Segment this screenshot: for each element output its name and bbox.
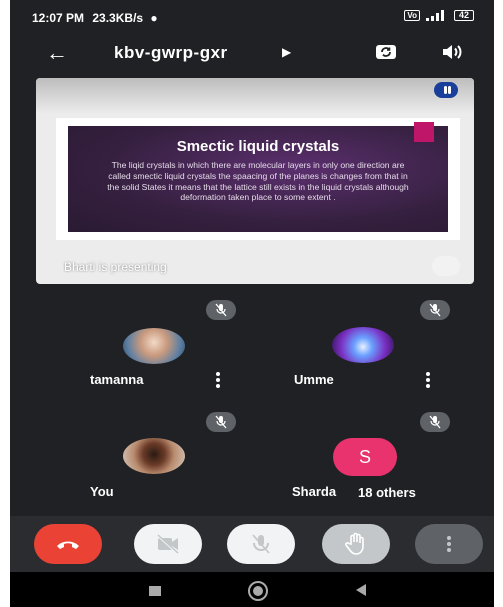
tile-shadow bbox=[36, 78, 474, 114]
others-count[interactable]: 18 others bbox=[358, 485, 416, 500]
meet-screen: 12:07 PM 23.3KB/s ● Vo 42 ← kbv-gwrp-gxr… bbox=[10, 0, 494, 607]
slide-frame: Smectic liquid crystals The liqid crysta… bbox=[56, 118, 460, 240]
avatar-sharda: S bbox=[333, 438, 397, 476]
home-icon[interactable] bbox=[248, 581, 268, 601]
mic-off-icon bbox=[206, 300, 236, 320]
speaker-icon[interactable] bbox=[440, 40, 464, 64]
status-right: Vo 42 bbox=[404, 10, 474, 21]
mic-off-icon bbox=[420, 412, 450, 432]
arrow-left-icon[interactable]: ← bbox=[46, 40, 68, 66]
end-call-button[interactable] bbox=[34, 524, 102, 564]
participant-name-you: You bbox=[90, 484, 114, 499]
avatar-you bbox=[123, 438, 185, 474]
battery-icon: 42 bbox=[453, 10, 474, 21]
avatar-umme bbox=[332, 327, 394, 363]
top-bar: ← kbv-gwrp-gxr ▶ bbox=[10, 34, 494, 74]
phone-hangup-icon bbox=[57, 541, 79, 549]
presentation-tile[interactable]: Smectic liquid crystals The liqid crysta… bbox=[36, 78, 474, 284]
recents-icon[interactable] bbox=[149, 586, 161, 596]
more-vertical-icon[interactable] bbox=[215, 372, 221, 388]
slide: Smectic liquid crystals The liqid crysta… bbox=[68, 122, 448, 232]
status-bar: 12:07 PM 23.3KB/s ● Vo 42 bbox=[10, 0, 494, 30]
notification-icon: ● bbox=[150, 11, 158, 25]
participant-name-umme: Umme bbox=[294, 372, 334, 387]
camera-toggle-button[interactable] bbox=[134, 524, 202, 564]
audio-level-icon bbox=[434, 82, 458, 98]
more-vertical-icon bbox=[447, 536, 451, 552]
back-icon[interactable] bbox=[356, 584, 366, 596]
slide-title: Smectic liquid crystals bbox=[176, 138, 340, 155]
call-controls bbox=[10, 516, 494, 572]
mic-toggle-button[interactable] bbox=[227, 524, 295, 564]
more-options-button[interactable] bbox=[415, 524, 483, 564]
pin-icon[interactable] bbox=[432, 256, 460, 276]
mic-off-icon bbox=[420, 300, 450, 320]
meeting-code[interactable]: kbv-gwrp-gxr bbox=[114, 43, 228, 63]
camera-off-icon bbox=[156, 534, 179, 554]
raise-hand-button[interactable] bbox=[322, 524, 390, 564]
participant-name-tamanna: tamanna bbox=[90, 372, 144, 387]
presenting-label: Bharti is presenting bbox=[64, 260, 167, 274]
switch-camera-icon[interactable] bbox=[374, 40, 398, 64]
more-vertical-icon[interactable] bbox=[425, 372, 431, 388]
status-speed: 23.3KB/s bbox=[92, 11, 144, 25]
mic-off-icon bbox=[206, 412, 236, 432]
signal-icon bbox=[425, 10, 444, 21]
status-left: 12:07 PM 23.3KB/s ● bbox=[32, 11, 158, 25]
mic-off-icon bbox=[252, 534, 270, 554]
hand-icon bbox=[345, 532, 364, 555]
participant-name-sharda: Sharda bbox=[292, 484, 337, 499]
system-nav-bar bbox=[10, 572, 494, 607]
caret-right-icon[interactable]: ▶ bbox=[282, 45, 291, 59]
vowifi-icon: Vo bbox=[404, 10, 420, 21]
slide-body: The liqid crystals in which there are mo… bbox=[107, 160, 409, 203]
status-time: 12:07 PM bbox=[32, 11, 85, 25]
avatar-tamanna bbox=[123, 328, 185, 364]
